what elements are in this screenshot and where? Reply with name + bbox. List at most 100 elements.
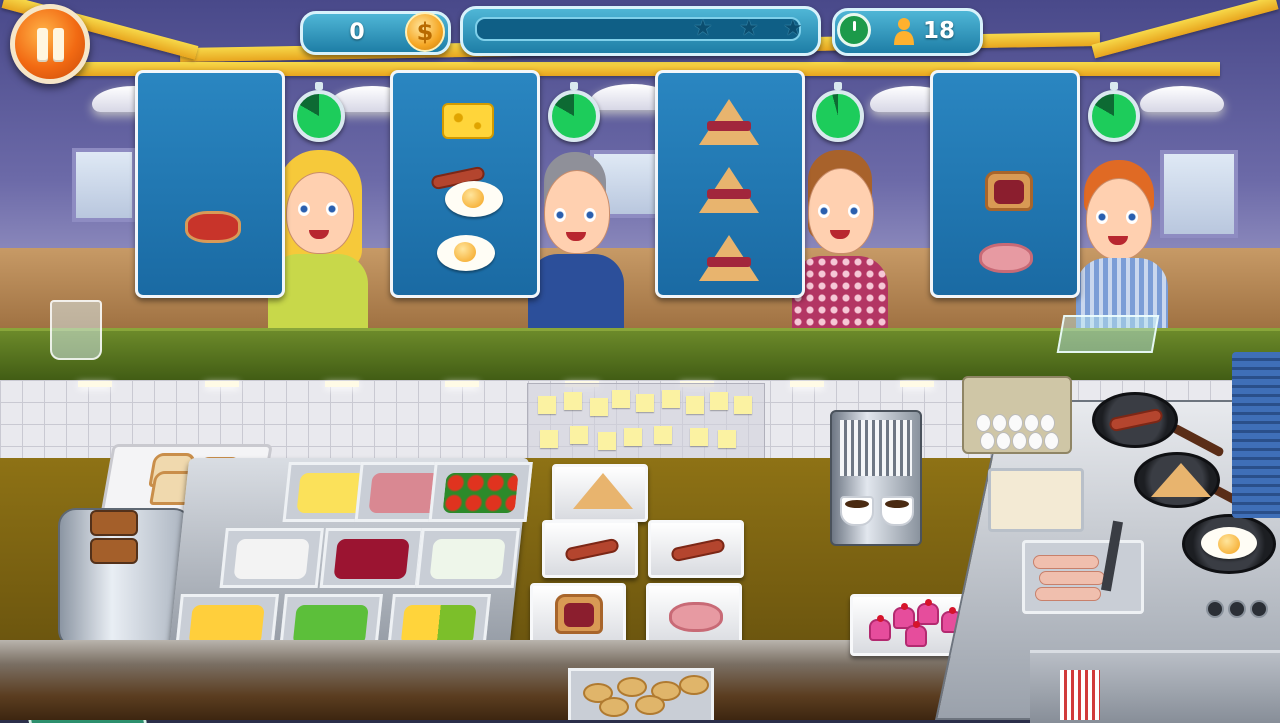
cookie-tray[interactable] xyxy=(568,668,714,720)
jam-bin[interactable] xyxy=(319,528,424,588)
jam xyxy=(707,189,751,199)
fried-egg-icon xyxy=(445,181,503,217)
sticky-note xyxy=(598,432,616,450)
egg xyxy=(1012,432,1027,450)
star-icon: ★ xyxy=(783,16,803,41)
order-3-stopwatch-icon xyxy=(812,82,864,142)
bananas-grapes xyxy=(400,605,477,645)
order-4-stopwatch-icon xyxy=(1088,82,1140,142)
sticky-note xyxy=(686,396,704,414)
cheese xyxy=(188,605,265,645)
straw-cup xyxy=(50,300,102,360)
jam xyxy=(994,180,1024,204)
egg xyxy=(1024,414,1039,432)
egg xyxy=(992,414,1007,432)
star-icon: ★ xyxy=(739,16,759,41)
egg xyxy=(1008,414,1023,432)
light xyxy=(205,381,239,387)
sticky-note xyxy=(654,426,672,444)
egg xyxy=(976,414,991,432)
sticky-note xyxy=(636,394,654,412)
tip-box[interactable] xyxy=(1056,315,1160,353)
jacket xyxy=(528,254,624,332)
eye xyxy=(326,202,338,216)
pause-button[interactable] xyxy=(10,4,90,84)
cupcake xyxy=(905,621,927,647)
plate-crepe[interactable] xyxy=(552,464,648,522)
order-card-2[interactable] xyxy=(390,70,540,298)
egg xyxy=(1044,432,1059,450)
sausage-icon xyxy=(1108,407,1164,433)
ceiling-stripe xyxy=(1091,0,1279,59)
eye xyxy=(1126,210,1138,224)
person-icon xyxy=(894,18,914,45)
cookie xyxy=(635,695,665,715)
rice xyxy=(429,539,506,579)
dress xyxy=(792,256,888,330)
cupcake xyxy=(869,615,891,641)
crepe-icon xyxy=(573,473,633,509)
eye xyxy=(848,204,860,218)
coin-icon: $ xyxy=(405,12,445,52)
sticky-note xyxy=(624,428,642,446)
sticky-note xyxy=(612,390,630,408)
sticky-note-board xyxy=(527,383,765,460)
toast-slot[interactable] xyxy=(90,510,138,536)
flour-bin[interactable] xyxy=(219,528,324,588)
crepe-batter-bin[interactable] xyxy=(988,468,1084,532)
order-2-stopwatch-icon xyxy=(548,82,600,142)
customer-grandma[interactable] xyxy=(528,152,624,332)
plate-sausage[interactable] xyxy=(648,520,744,578)
stopwatch-icon xyxy=(837,13,871,47)
cupcake xyxy=(917,599,939,625)
yolk xyxy=(1218,534,1240,554)
tomato-toast-icon xyxy=(185,211,241,243)
cookie xyxy=(617,677,647,697)
order-card-1[interactable] xyxy=(135,70,285,298)
star-icon: ★ xyxy=(693,16,713,41)
cookie xyxy=(679,675,709,695)
sticky-note xyxy=(590,398,608,416)
fried-egg-icon xyxy=(1201,527,1257,559)
crepe-icon xyxy=(1151,463,1211,497)
customer-redhead-boy[interactable] xyxy=(1076,160,1172,330)
egg xyxy=(980,432,995,450)
raw-sausage xyxy=(1035,587,1101,601)
jam-crepe-icon xyxy=(699,99,759,145)
order-1-stopwatch-icon xyxy=(293,82,345,142)
jam xyxy=(707,121,751,131)
rice-bin[interactable] xyxy=(415,528,520,588)
sticky-note xyxy=(538,396,556,414)
stove-knob[interactable] xyxy=(1206,600,1224,618)
plate-sausage[interactable] xyxy=(542,520,638,578)
coffee-cup[interactable] xyxy=(840,496,874,526)
frying-pan-egg[interactable] xyxy=(1182,514,1276,574)
tomatoes xyxy=(442,473,519,513)
order-card-4[interactable] xyxy=(930,70,1080,298)
frying-pan-crepe[interactable] xyxy=(1134,452,1220,508)
order-card-3[interactable] xyxy=(655,70,805,298)
flour xyxy=(233,539,310,579)
eye xyxy=(818,204,830,218)
stove-knob[interactable] xyxy=(1250,600,1268,618)
eye xyxy=(298,202,310,216)
ceiling-lamp xyxy=(1140,86,1224,112)
coffee-machine[interactable] xyxy=(830,410,922,546)
sticky-note xyxy=(570,426,588,444)
yolk xyxy=(454,242,476,262)
egg-carton[interactable] xyxy=(962,376,1072,454)
customer-brunette-girl[interactable] xyxy=(792,150,888,330)
sticky-note xyxy=(734,396,752,414)
light xyxy=(790,381,824,387)
coffee-cup[interactable] xyxy=(880,496,914,526)
eye xyxy=(1096,210,1108,224)
toast-slot[interactable] xyxy=(90,538,138,564)
frying-pan-sausage[interactable] xyxy=(1092,392,1178,448)
egg xyxy=(1040,414,1055,432)
raw-sausage-bin[interactable] xyxy=(1022,520,1144,614)
stove-knob[interactable] xyxy=(1228,600,1246,618)
clean-plate-stack[interactable] xyxy=(1232,352,1280,518)
ham-toast-icon xyxy=(979,243,1033,273)
sticky-note xyxy=(540,430,558,448)
tomato-bin[interactable] xyxy=(428,462,533,522)
